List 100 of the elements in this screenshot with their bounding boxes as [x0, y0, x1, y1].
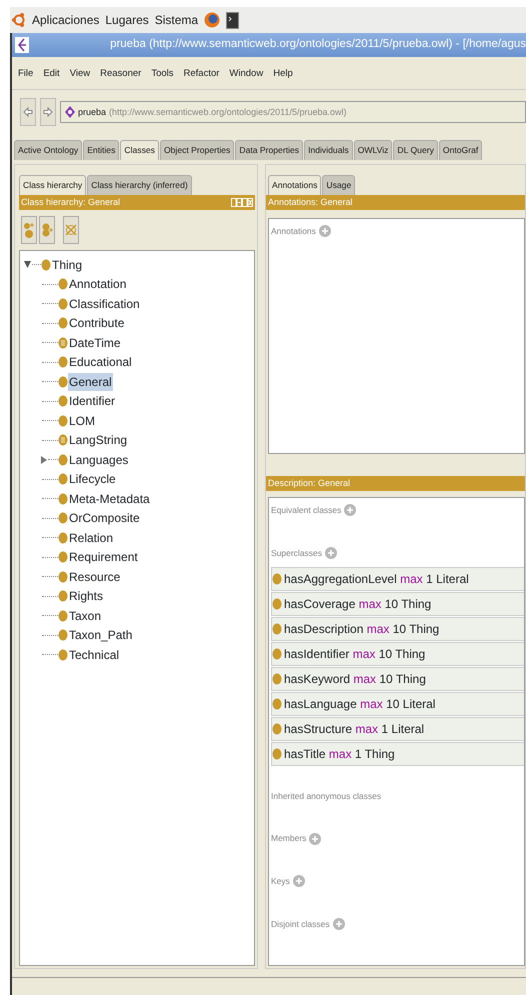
right-arrow-icon — [43, 107, 53, 118]
class-icon — [58, 532, 68, 544]
panel-menu[interactable]: Lugares — [105, 11, 149, 29]
add-button[interactable] — [344, 504, 356, 516]
tree-item[interactable]: Educational — [68, 353, 133, 372]
tab[interactable]: Data Properties — [235, 140, 304, 160]
ubuntu-logo-icon[interactable] — [12, 12, 26, 28]
menu-item[interactable]: Help — [273, 67, 293, 82]
add-subclass-icon — [23, 221, 35, 240]
add-button[interactable] — [309, 832, 322, 845]
class-icon — [272, 748, 282, 760]
tree-item[interactable]: Contribute — [68, 314, 126, 332]
menu-item[interactable]: Tools — [151, 67, 174, 82]
tab[interactable]: Usage — [322, 175, 356, 196]
tab[interactable]: OWLViz — [354, 140, 392, 160]
tab[interactable]: Class hierarchy (inferred) — [87, 175, 192, 196]
app-icon — [15, 37, 29, 53]
ontology-address-field[interactable]: prueba (http://www.semanticweb.org/ontologies/2011/5/prueba.owl) — [60, 101, 526, 124]
plus-icon — [328, 550, 334, 556]
superclass-expression: hasStructure max 1 Literal — [284, 720, 424, 738]
class-icon — [272, 672, 282, 685]
class-icon — [58, 414, 68, 427]
browser-icon[interactable] — [204, 11, 220, 29]
class-icon — [272, 622, 282, 635]
superclass-expression: hasAggregationLevel max 1 Literal — [284, 570, 469, 588]
add-button[interactable] — [292, 875, 305, 888]
class-icon — [41, 258, 51, 271]
expanded-arrow-icon[interactable] — [24, 261, 31, 268]
tree-item[interactable]: DateTime — [68, 334, 122, 352]
tab[interactable]: Object Properties — [160, 140, 234, 160]
class-icon — [58, 648, 68, 661]
add-button[interactable] — [325, 547, 338, 560]
tab[interactable]: OntoGraf — [438, 140, 482, 160]
class-icon — [272, 648, 282, 660]
section-label: Members — [271, 832, 306, 846]
superclass-expression: hasLanguage max 10 Literal — [284, 696, 436, 713]
section-label: Keys — [271, 875, 290, 888]
menu-item[interactable]: Window — [229, 67, 264, 82]
tree-item[interactable]: Meta-Metadata — [68, 490, 151, 508]
tree-item[interactable]: Annotation — [68, 275, 128, 294]
tree-item[interactable]: Relation — [68, 528, 114, 547]
tree-item[interactable]: LOM — [68, 412, 96, 430]
plus-icon — [312, 836, 318, 842]
tree-item[interactable]: Rights — [68, 587, 104, 606]
forward-button[interactable] — [40, 98, 56, 126]
tree-item[interactable]: Requirement — [68, 548, 139, 566]
collapsed-arrow-icon[interactable] — [41, 456, 47, 464]
back-button[interactable] — [20, 98, 36, 126]
class-icon — [58, 454, 68, 466]
tree-item[interactable]: OrComposite — [68, 509, 141, 528]
tab[interactable]: DL Query — [393, 140, 438, 160]
delete-class-button[interactable] — [63, 216, 79, 244]
tree-item[interactable]: Thing — [51, 256, 84, 274]
menu-item[interactable]: View — [70, 67, 90, 82]
tab[interactable]: Individuals — [304, 140, 353, 160]
tree-item[interactable]: Languages — [68, 450, 130, 469]
tree-item[interactable]: General — [68, 372, 113, 391]
panel-menu[interactable]: Sistema — [154, 11, 198, 29]
class-icon — [272, 572, 282, 585]
add-sibling-button[interactable] — [39, 216, 55, 244]
panel-header: Annotations: General — [268, 196, 353, 209]
tab[interactable]: Classes — [120, 140, 159, 160]
class-icon — [58, 278, 68, 290]
superclass-expression: hasCoverage max 10 Thing — [284, 596, 432, 613]
tree-item[interactable]: Lifecycle — [68, 470, 117, 488]
view-controls-icon[interactable] — [231, 198, 253, 208]
tree-item[interactable]: Resource — [68, 568, 122, 586]
menu-item[interactable]: File — [18, 67, 34, 82]
tree-item[interactable]: LangString — [68, 431, 128, 450]
tree-item[interactable]: Technical — [68, 646, 120, 664]
section-label: Inherited anonymous classes — [271, 790, 382, 802]
class-icon — [58, 317, 68, 330]
class-icon — [272, 722, 282, 735]
superclass-expression: hasKeyword max 10 Thing — [284, 670, 426, 688]
add-button[interactable] — [318, 225, 331, 238]
plus-icon — [347, 507, 354, 514]
section-label: Superclasses — [271, 546, 322, 560]
defined-class-icon — [58, 336, 68, 349]
add-button[interactable] — [332, 918, 345, 930]
section-label: Disjoint classes — [271, 918, 330, 931]
menu-item[interactable]: Reasoner — [100, 67, 142, 82]
left-arrow-icon — [23, 107, 33, 118]
panel-menu[interactable]: Aplicaciones — [32, 11, 100, 29]
add-subclass-button[interactable] — [21, 216, 37, 244]
tree-item[interactable]: Taxon_Path — [68, 626, 134, 644]
tree-item[interactable]: Taxon — [68, 606, 102, 625]
menu-item[interactable]: Edit — [43, 67, 60, 82]
tree-item[interactable]: Identifier — [68, 392, 116, 410]
terminal-icon[interactable] — [226, 12, 240, 28]
class-icon — [58, 570, 68, 583]
tree-item[interactable]: Classification — [68, 294, 141, 313]
superclass-expression: hasTitle max 1 Thing — [284, 746, 395, 763]
superclass-expression: hasDescription max 10 Thing — [284, 620, 440, 638]
class-icon — [58, 512, 68, 524]
tab[interactable]: Annotations — [268, 175, 322, 196]
menu-item[interactable]: Refactor — [184, 67, 220, 82]
class-icon — [58, 629, 68, 642]
tab[interactable]: Entities — [83, 140, 120, 160]
tab[interactable]: Class hierarchy — [19, 175, 86, 196]
tab[interactable]: Active Ontology — [14, 140, 82, 160]
